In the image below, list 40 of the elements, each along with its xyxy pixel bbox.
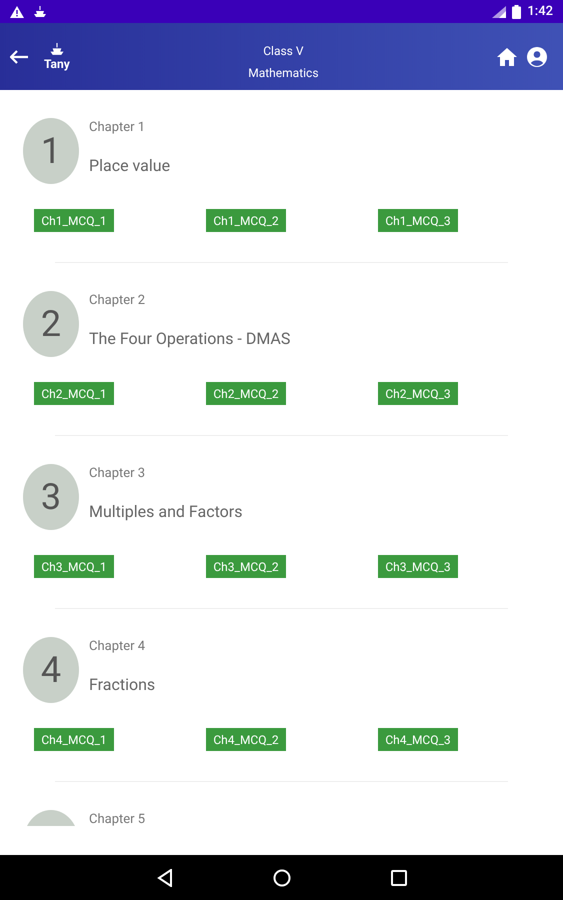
chapter-label: Chapter 1	[89, 119, 146, 137]
quiz-button[interactable]: Ch2_MCQ_1	[34, 382, 114, 405]
user-name: Tany	[44, 56, 70, 72]
quiz-button[interactable]: Ch4_MCQ_1	[34, 728, 114, 751]
battery-icon	[512, 4, 522, 18]
chapter-label: Chapter 5	[89, 811, 146, 826]
chapter-number-badge: 3	[23, 464, 79, 530]
chapter-title: The Four Operations - DMAS	[89, 328, 290, 350]
chapter-title: Multiples and Factors	[89, 501, 242, 523]
quiz-button[interactable]: Ch3_MCQ_2	[206, 555, 286, 578]
quiz-button[interactable]: Ch4_MCQ_2	[206, 728, 286, 751]
quiz-button[interactable]: Ch2_MCQ_3	[378, 382, 458, 405]
chapter-title: Place value	[89, 155, 170, 177]
home-nav-icon[interactable]	[272, 868, 290, 886]
chapter-label: Chapter 2	[89, 292, 146, 310]
signal-icon	[492, 6, 506, 18]
account-icon[interactable]	[527, 46, 547, 66]
chapter-number-badge: 2	[23, 291, 79, 357]
chapter-number-badge: 4	[23, 637, 79, 703]
quiz-button[interactable]: Ch4_MCQ_3	[378, 728, 458, 751]
status-time: 1:42	[527, 2, 553, 21]
ship-icon	[34, 6, 46, 18]
quiz-button[interactable]: Ch1_MCQ_2	[206, 209, 286, 232]
back-nav-icon[interactable]	[156, 868, 172, 886]
chapter-label: Chapter 3	[89, 465, 146, 483]
quiz-button[interactable]: Ch1_MCQ_1	[34, 209, 114, 232]
home-icon[interactable]	[497, 48, 517, 66]
subject-title: Mathematics	[248, 64, 319, 82]
back-arrow-icon[interactable]	[10, 50, 28, 64]
chapter-title: Fractions	[89, 674, 156, 696]
chapter-number-badge: 1	[23, 118, 79, 184]
recents-nav-icon[interactable]	[390, 870, 406, 886]
quiz-button[interactable]: Ch3_MCQ_1	[34, 555, 114, 578]
chapter-label: Chapter 4	[89, 638, 146, 656]
quiz-button[interactable]: Ch2_MCQ_2	[206, 382, 286, 405]
quiz-button[interactable]: Ch1_MCQ_3	[378, 209, 458, 232]
class-title: Class V	[263, 42, 304, 60]
ship-icon	[50, 43, 64, 56]
quiz-button[interactable]: Ch3_MCQ_3	[378, 555, 458, 578]
warning-icon	[10, 6, 24, 18]
